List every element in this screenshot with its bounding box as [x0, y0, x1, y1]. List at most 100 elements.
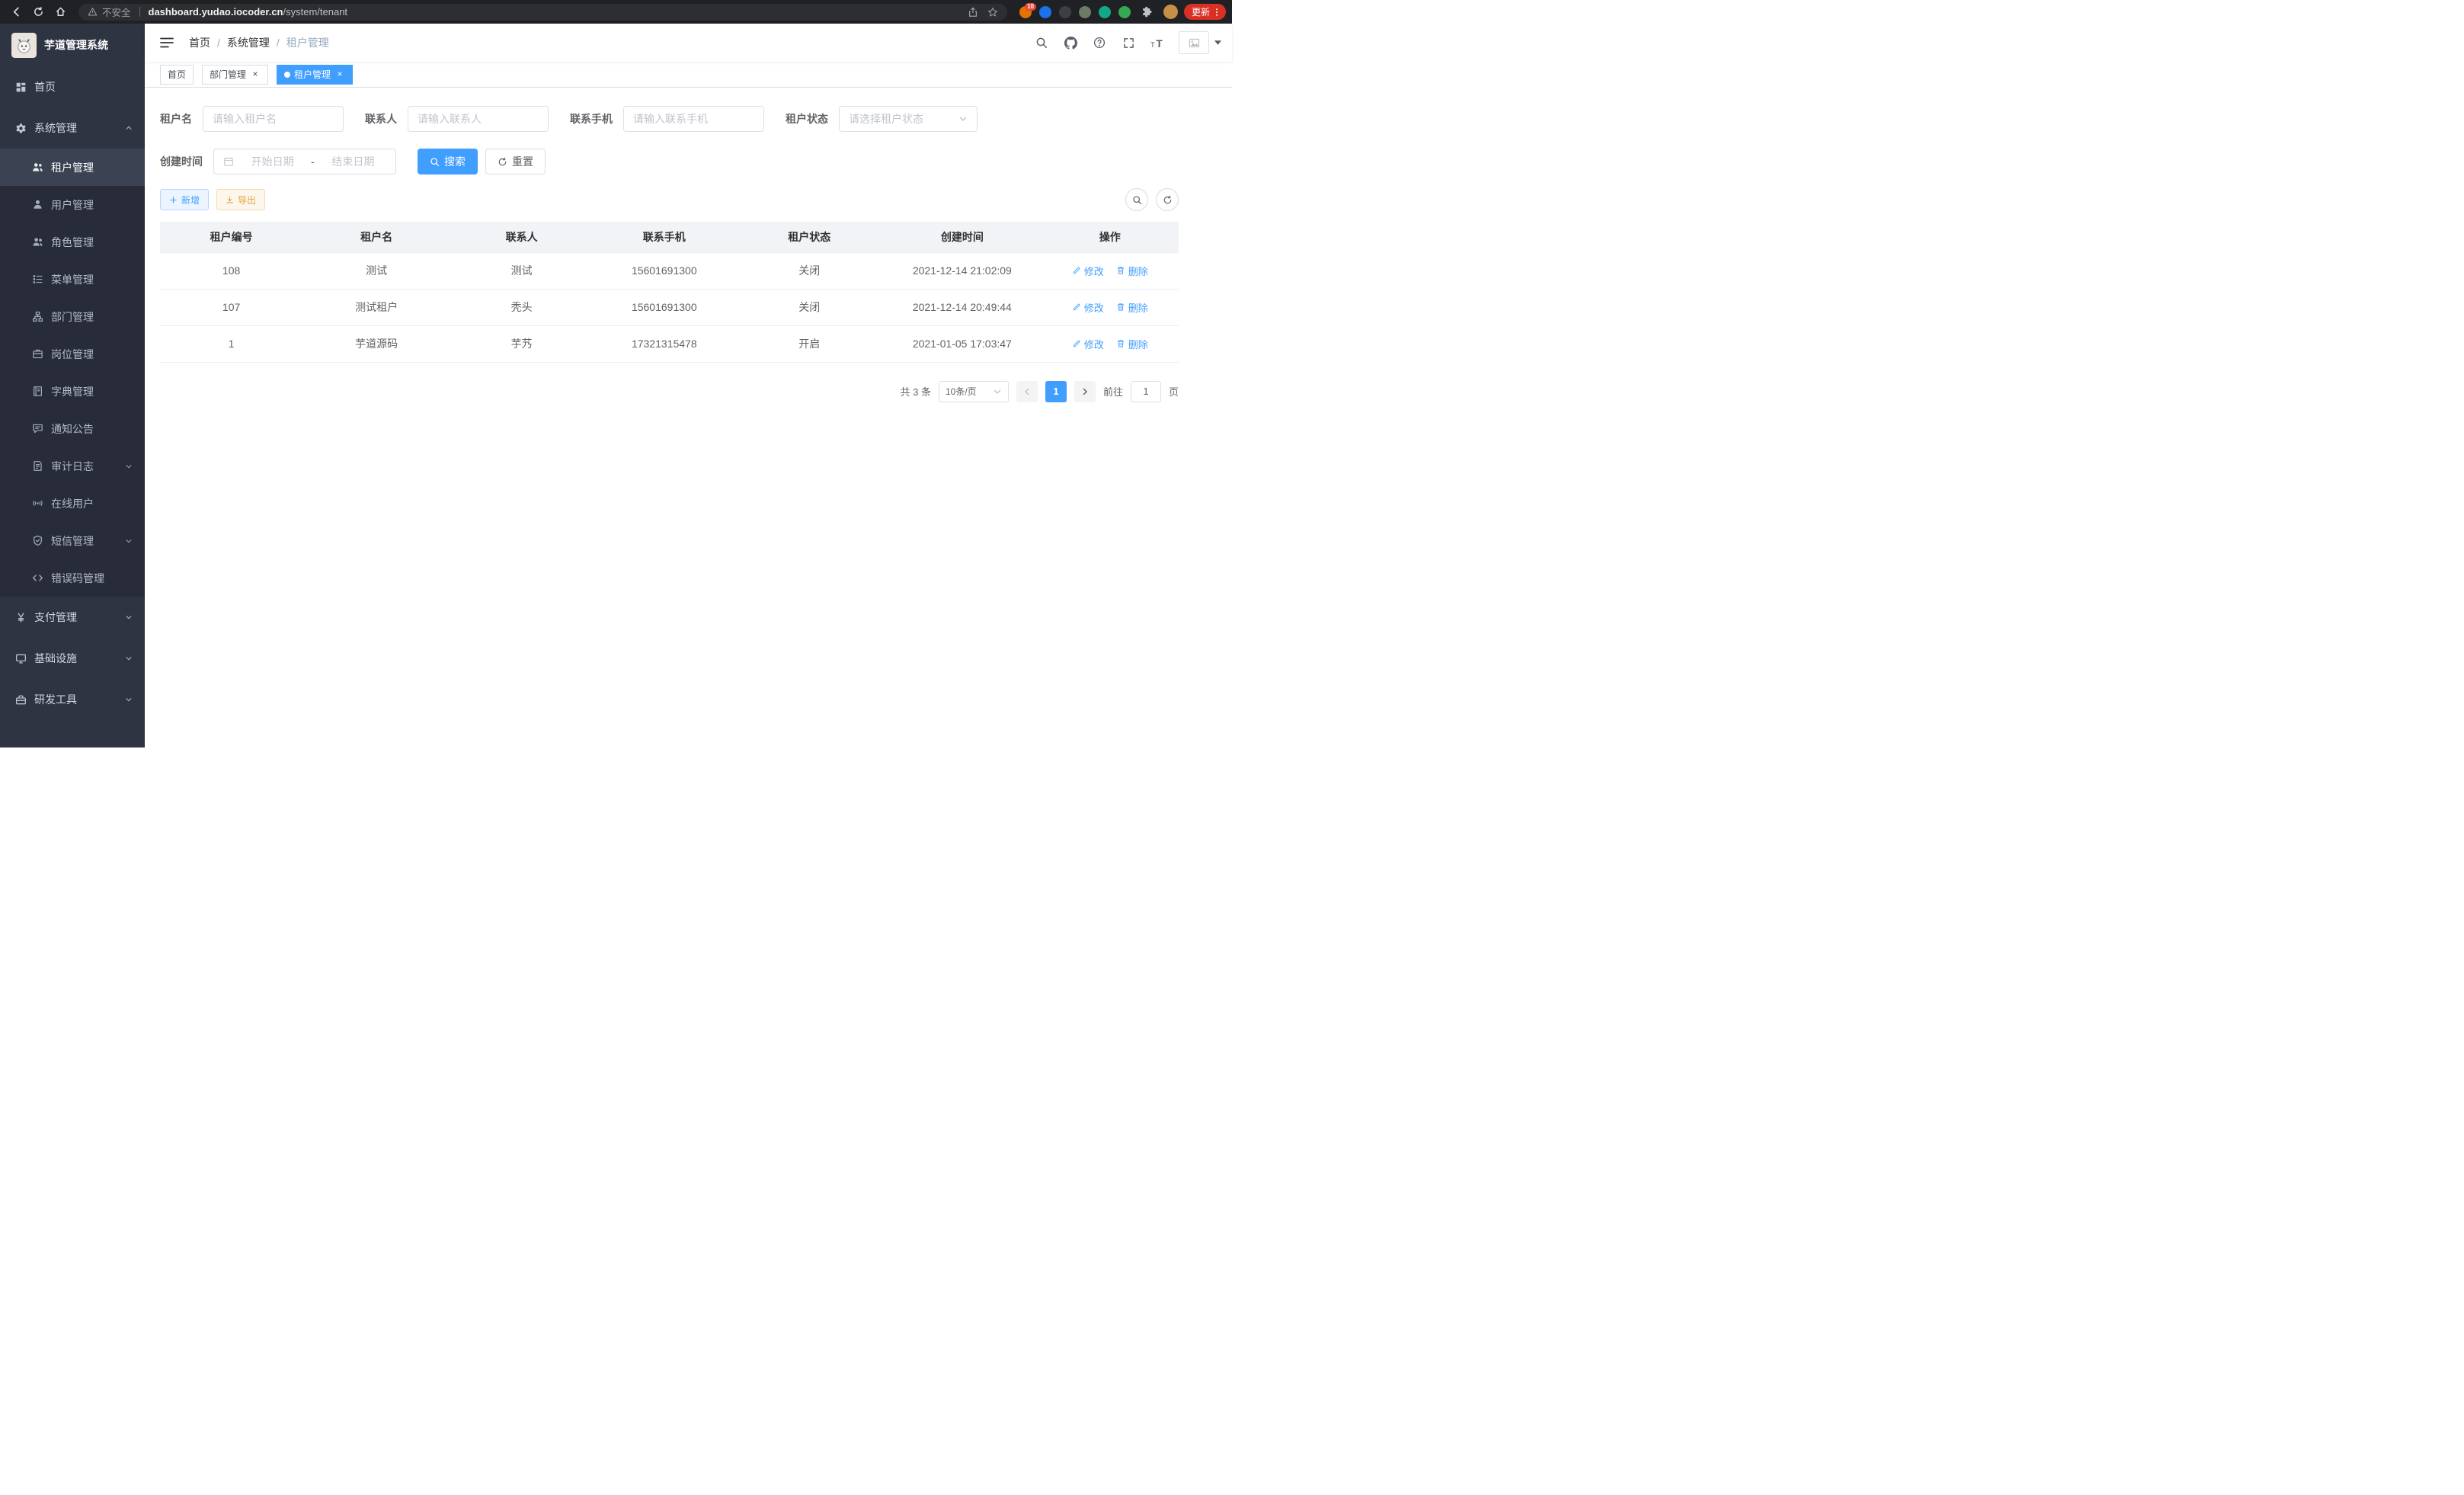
edit-button[interactable]: 修改	[1072, 337, 1104, 351]
message-icon	[32, 423, 43, 434]
github-icon[interactable]	[1058, 30, 1083, 55]
edit-icon	[1072, 303, 1081, 312]
tab-tenant[interactable]: 租户管理×	[277, 65, 353, 85]
hamburger-icon[interactable]	[155, 36, 178, 50]
sidebar-item-dict[interactable]: 字典管理	[0, 373, 145, 410]
sidebar-item-infra[interactable]: 基础设施	[0, 638, 145, 679]
user-avatar-menu[interactable]	[1179, 31, 1221, 54]
chrome-update-button[interactable]: 更新	[1184, 4, 1226, 20]
page-size-value: 10条/页	[946, 385, 977, 398]
shield-icon	[32, 535, 43, 546]
sidebar-item-notice[interactable]: 通知公告	[0, 410, 145, 447]
sidebar-item-system[interactable]: 系统管理	[0, 107, 145, 149]
edit-icon	[1072, 339, 1081, 348]
dashboard-icon	[15, 82, 27, 93]
table-toolbar: 新增 导出	[160, 188, 1179, 211]
bookmark-star-icon[interactable]	[987, 7, 998, 18]
role-icon	[32, 236, 43, 248]
toggle-search-button[interactable]	[1125, 188, 1148, 211]
tenant-name-input[interactable]	[203, 106, 344, 132]
page-number-current[interactable]: 1	[1045, 381, 1067, 402]
sidebar-item-menu[interactable]: 菜单管理	[0, 261, 145, 298]
pagination: 共 3 条 10条/页 1 前往 页	[160, 381, 1179, 402]
prev-page-button[interactable]	[1016, 381, 1038, 402]
tab-home[interactable]: 首页	[160, 65, 194, 85]
tags-view: 首页部门管理× 租户管理×	[145, 62, 1232, 88]
extension-4-icon[interactable]	[1079, 6, 1091, 18]
breadcrumb-item[interactable]: 系统管理	[227, 35, 270, 50]
breadcrumb-item[interactable]: 首页	[189, 35, 210, 50]
app-title: 芋道管理系统	[44, 37, 108, 53]
export-button[interactable]: 导出	[216, 189, 265, 210]
search-icon[interactable]	[1029, 30, 1054, 55]
omnibox-actions	[968, 7, 998, 18]
create-time-label: 创建时间	[160, 154, 203, 169]
sidebar-item-tenant[interactable]: 租户管理	[0, 149, 145, 186]
contact-input-field[interactable]	[418, 113, 539, 125]
book-icon	[32, 386, 43, 397]
tenant-status-select[interactable]: 请选择租户状态	[839, 106, 978, 132]
phone-input-field[interactable]	[633, 113, 754, 125]
sidebar-item-pay[interactable]: 支付管理	[0, 597, 145, 638]
sidebar-item-user[interactable]: 用户管理	[0, 186, 145, 223]
header-actions: TT	[1029, 30, 1221, 55]
reset-button[interactable]: 重置	[485, 149, 546, 174]
sidebar-item-audit[interactable]: 审计日志	[0, 447, 145, 485]
column-header: 联系人	[450, 222, 593, 252]
sidebar-item-post[interactable]: 岗位管理	[0, 335, 145, 373]
extension-2-icon[interactable]	[1039, 6, 1051, 18]
create-time-range-picker[interactable]: 开始日期 - 结束日期	[213, 149, 396, 174]
tenant-icon	[32, 162, 43, 173]
delete-button[interactable]: 删除	[1116, 337, 1148, 351]
search-button[interactable]: 搜索	[418, 149, 478, 174]
font-size-icon[interactable]: TT	[1145, 30, 1170, 55]
close-tab-icon[interactable]: ×	[334, 69, 345, 80]
tab-dept[interactable]: 部门管理×	[202, 65, 268, 85]
home-button[interactable]	[50, 2, 71, 22]
sidebar-item-role[interactable]: 角色管理	[0, 223, 145, 261]
puzzle-icon[interactable]	[1137, 2, 1157, 22]
sidebar-item-errcode[interactable]: 错误码管理	[0, 559, 145, 597]
column-header: 操作	[1041, 222, 1179, 252]
extensions-area: 10	[1019, 6, 1131, 18]
site-security-indicator[interactable]: 不安全	[88, 5, 131, 19]
next-page-button[interactable]	[1074, 381, 1096, 402]
extension-6-icon[interactable]	[1118, 6, 1131, 18]
sidebar-item-devtools[interactable]: 研发工具	[0, 679, 145, 720]
sidebar-item-sms[interactable]: 短信管理	[0, 522, 145, 559]
share-icon[interactable]	[968, 7, 978, 18]
extension-1-icon[interactable]: 10	[1019, 6, 1032, 18]
chevron-up-icon	[125, 124, 133, 132]
refresh-table-button[interactable]	[1156, 188, 1179, 211]
tenant-name-input-field[interactable]	[213, 113, 334, 125]
chevron-down-icon	[125, 537, 133, 545]
extension-5-icon[interactable]	[1099, 6, 1111, 18]
phone-input[interactable]	[623, 106, 764, 132]
cell-created: 2021-12-14 21:02:09	[883, 252, 1041, 289]
extension-3-icon[interactable]	[1059, 6, 1071, 18]
cell-actions: 修改删除	[1041, 325, 1179, 362]
delete-button[interactable]: 删除	[1116, 300, 1148, 315]
svg-text:T: T	[1156, 37, 1163, 48]
add-button[interactable]: 新增	[160, 189, 209, 210]
goto-page-input[interactable]	[1131, 381, 1161, 402]
delete-button[interactable]: 删除	[1116, 264, 1148, 278]
sidebar-item-dept[interactable]: 部门管理	[0, 298, 145, 335]
goto-label: 前往	[1103, 384, 1123, 399]
page-size-select[interactable]: 10条/页	[939, 381, 1009, 402]
app-logo[interactable]: 芋道管理系统	[0, 24, 145, 66]
fullscreen-icon[interactable]	[1116, 30, 1141, 55]
address-bar[interactable]: 不安全 dashboard.yudao.iocoder.cn/system/te…	[78, 4, 1007, 21]
delete-icon	[1116, 303, 1125, 312]
sidebar-item-home[interactable]: 首页	[0, 66, 145, 107]
reload-button[interactable]	[28, 2, 49, 22]
active-tab-dot	[284, 72, 290, 78]
edit-button[interactable]: 修改	[1072, 264, 1104, 278]
browser-profile-avatar[interactable]	[1163, 5, 1178, 19]
contact-input[interactable]	[408, 106, 549, 132]
sidebar-item-online[interactable]: 在线用户	[0, 485, 145, 522]
edit-button[interactable]: 修改	[1072, 300, 1104, 315]
back-button[interactable]	[6, 2, 27, 22]
close-tab-icon[interactable]: ×	[250, 69, 261, 80]
help-icon[interactable]	[1087, 30, 1112, 55]
